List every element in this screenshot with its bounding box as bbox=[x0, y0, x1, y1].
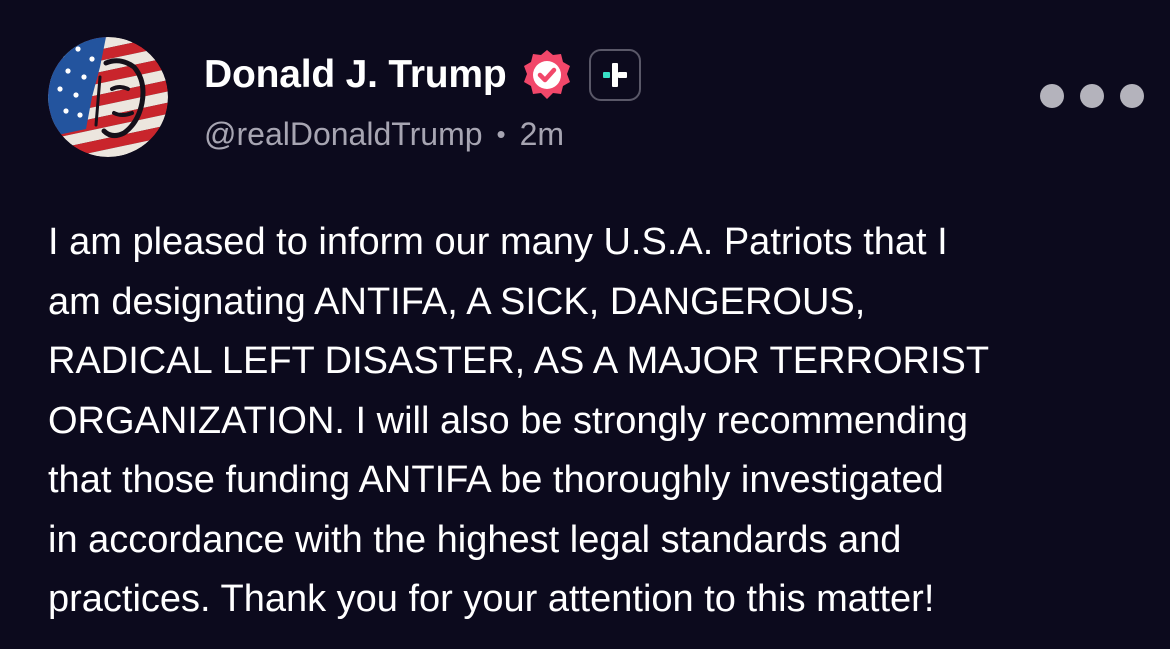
author-name-row: Donald J. Trump bbox=[204, 48, 641, 102]
post-text-line: that those funding ANTIFA be thoroughly … bbox=[48, 459, 944, 501]
author-avatar[interactable] bbox=[48, 37, 168, 157]
post-text-line: am designating ANTIFA, A SICK, DANGEROUS… bbox=[48, 280, 866, 323]
author-meta-row: @realDonaldTrump • 2m bbox=[204, 110, 564, 158]
more-options-icon-dot bbox=[1080, 84, 1104, 108]
verified-badge-icon bbox=[519, 47, 575, 103]
more-options-icon bbox=[1040, 84, 1064, 108]
post-timestamp[interactable]: 2m bbox=[520, 116, 564, 153]
more-options-button[interactable] bbox=[1040, 80, 1144, 112]
plus-badge-icon[interactable] bbox=[588, 49, 641, 101]
more-options-icon-dot bbox=[1120, 84, 1144, 108]
post-text-line: I am pleased to inform our many U.S.A. P… bbox=[48, 221, 948, 263]
post-text-line: ORGANIZATION. I will also be strongly re… bbox=[48, 399, 969, 442]
post-text-line: practices. Thank you for your attention … bbox=[48, 578, 935, 620]
author-display-name[interactable]: Donald J. Trump bbox=[204, 53, 507, 97]
post-text-line: in accordance with the highest legal sta… bbox=[48, 518, 902, 561]
meta-separator: • bbox=[496, 118, 506, 149]
author-handle[interactable]: @realDonaldTrump bbox=[204, 116, 483, 153]
patriotic-portrait-avatar-icon bbox=[48, 37, 168, 157]
post-card: Donald J. Trump @realDonaldTrump • 2m I … bbox=[0, 0, 1170, 649]
post-body: I am pleased to inform our many U.S.A. P… bbox=[48, 213, 1138, 630]
post-text-line: RADICAL LEFT DISASTER, AS A MAJOR TERROR… bbox=[48, 340, 990, 382]
